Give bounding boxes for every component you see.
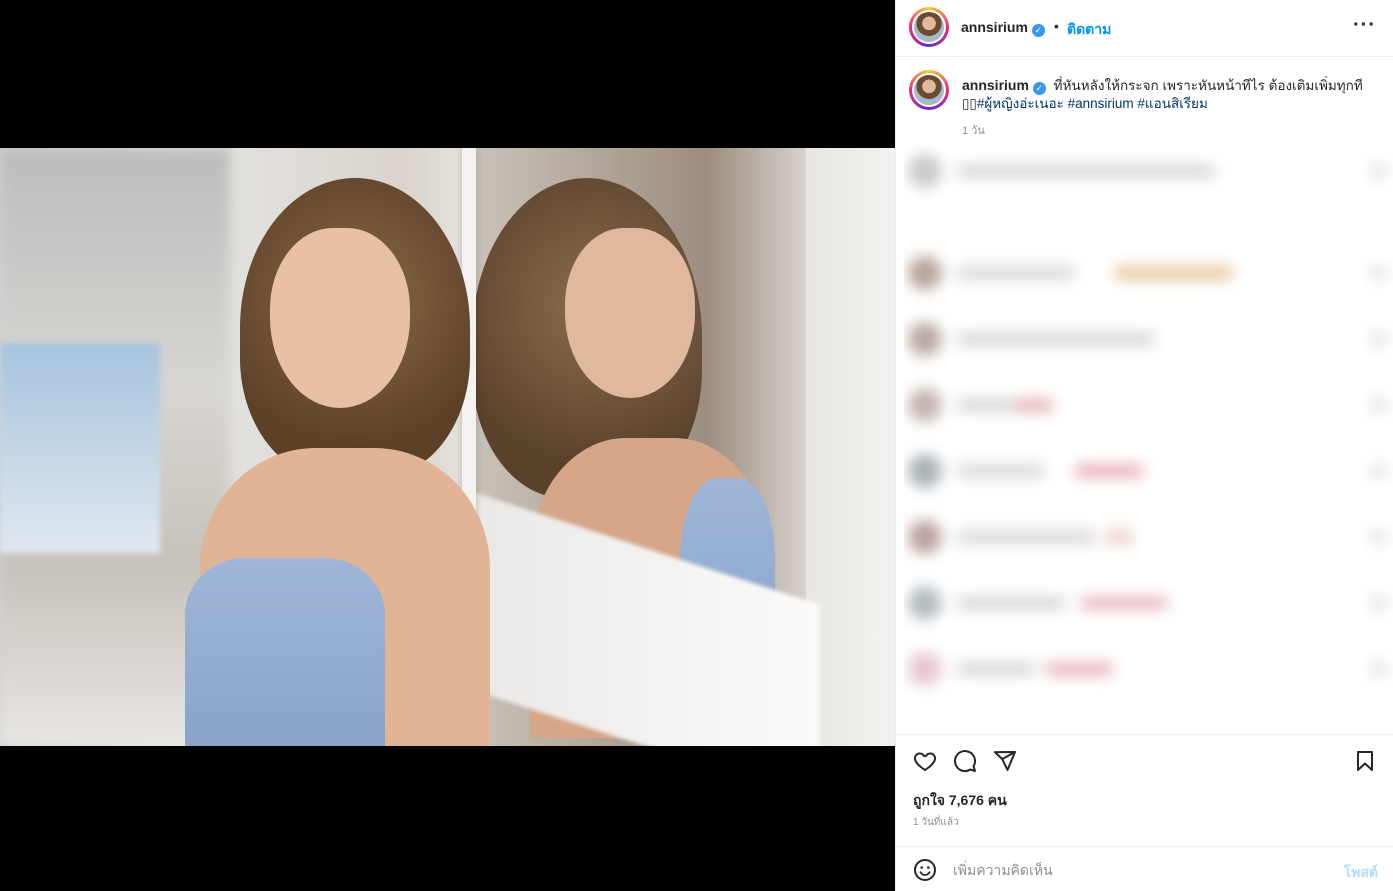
separator-dot: • bbox=[1054, 18, 1059, 34]
caption-avatar[interactable] bbox=[909, 70, 949, 110]
post-actions: ถูกใจ 7,676 คน 1 วันที่แล้ว bbox=[896, 734, 1393, 854]
comment-row bbox=[904, 380, 1393, 430]
comment-row bbox=[904, 512, 1393, 562]
hashtag-link[interactable]: #annsirium bbox=[1068, 96, 1134, 111]
caption-body: ที่หันหลังให้กระจก เพราะหันหน้าทีไร ต้อง… bbox=[1053, 78, 1363, 93]
bookmark-icon[interactable] bbox=[1353, 749, 1377, 773]
heart-icon[interactable] bbox=[913, 749, 937, 773]
follow-button[interactable]: ติดตาม bbox=[1067, 19, 1111, 41]
verified-badge-icon: ✓ bbox=[1032, 82, 1046, 95]
smiley-icon[interactable] bbox=[913, 858, 937, 882]
post-caption: annsirium ✓ ที่หันหลังให้กระจก เพราะหันหน… bbox=[896, 58, 1393, 144]
hashtag-link[interactable]: #ผู้หญิงอ่ะเนอะ bbox=[977, 96, 1064, 111]
comment-icon[interactable] bbox=[953, 749, 977, 773]
paper-plane-icon[interactable] bbox=[993, 749, 1017, 773]
verified-badge-icon: ✓ bbox=[1031, 24, 1045, 37]
hashtag-link[interactable]: #แอนสิเรียม bbox=[1137, 96, 1207, 111]
avatar[interactable] bbox=[909, 7, 949, 47]
comment-row bbox=[904, 146, 1393, 216]
caption-timestamp[interactable]: 1 วัน bbox=[962, 121, 985, 139]
comment-row bbox=[904, 644, 1393, 694]
comments-list[interactable] bbox=[904, 146, 1393, 736]
post-header: annsirium ✓ • ติดตาม ··· bbox=[896, 0, 1393, 57]
comment-row bbox=[904, 446, 1393, 496]
posted-time[interactable]: 1 วันที่แล้ว bbox=[913, 815, 959, 830]
comment-row bbox=[904, 248, 1393, 298]
likes-count[interactable]: ถูกใจ 7,676 คน bbox=[913, 790, 1007, 812]
caption-emoji: ▯▯ bbox=[962, 96, 977, 111]
caption-username[interactable]: annsirium ✓ bbox=[962, 77, 1046, 95]
post-media[interactable] bbox=[0, 0, 895, 891]
more-options-icon[interactable]: ··· bbox=[1353, 14, 1376, 37]
post-comment-button[interactable]: โพสต์ bbox=[1344, 862, 1378, 884]
add-comment-bar: โพสต์ bbox=[896, 846, 1393, 891]
username-link[interactable]: annsirium ✓ bbox=[961, 19, 1045, 37]
comment-row bbox=[904, 314, 1393, 364]
post-sidebar: annsirium ✓ • ติดตาม ··· annsirium ✓ ที่หั… bbox=[895, 0, 1393, 891]
post-photo bbox=[0, 148, 895, 746]
comment-row bbox=[904, 578, 1393, 628]
caption-text: annsirium ✓ ที่หันหลังให้กระจก เพราะหันหน… bbox=[962, 76, 1372, 113]
comment-input[interactable] bbox=[953, 859, 1323, 881]
